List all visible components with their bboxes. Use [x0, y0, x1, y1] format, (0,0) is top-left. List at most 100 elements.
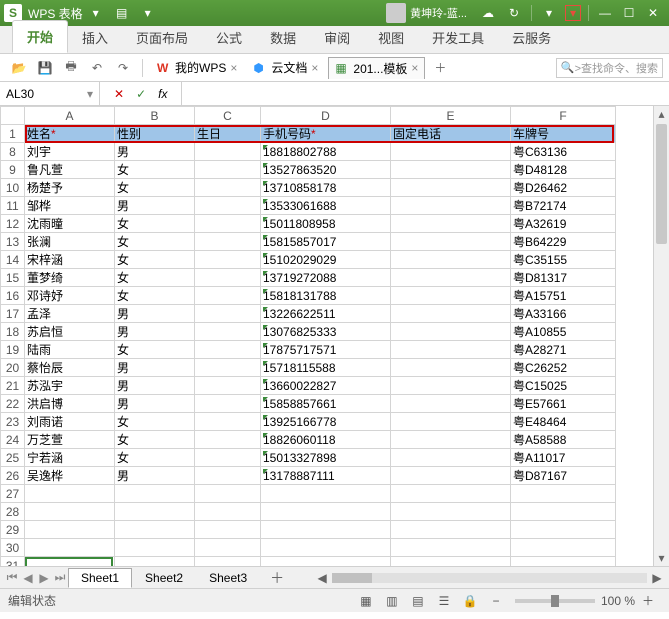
cell-B28[interactable]: [115, 503, 195, 521]
col-header-B[interactable]: B: [115, 107, 195, 125]
cell-D25[interactable]: 15013327898: [261, 449, 391, 467]
view-normal-icon[interactable]: ▦: [356, 592, 376, 610]
vscroll-thumb[interactable]: [656, 124, 667, 244]
cell-D12[interactable]: 15011808958: [261, 215, 391, 233]
skin-icon[interactable]: ▾: [539, 3, 559, 23]
cell-C17[interactable]: [195, 305, 261, 323]
row-header-20[interactable]: 20: [1, 359, 25, 377]
cell-B30[interactable]: [115, 539, 195, 557]
undo-icon[interactable]: ↶: [87, 58, 107, 78]
print-icon[interactable]: 🖶: [61, 58, 81, 78]
cell-B27[interactable]: [115, 485, 195, 503]
row-header-24[interactable]: 24: [1, 431, 25, 449]
cell-A29[interactable]: [25, 521, 115, 539]
cell-A28[interactable]: [25, 503, 115, 521]
header-cell-C[interactable]: 生日: [195, 125, 261, 143]
row-header-15[interactable]: 15: [1, 269, 25, 287]
cell-E23[interactable]: [391, 413, 511, 431]
cell-A10[interactable]: 杨楚予: [25, 179, 115, 197]
cell-D19[interactable]: 17875717571: [261, 341, 391, 359]
row-header-13[interactable]: 13: [1, 233, 25, 251]
name-box[interactable]: AL30 ▾: [0, 82, 100, 105]
cell-C16[interactable]: [195, 287, 261, 305]
cell-F23[interactable]: 粤E48464: [511, 413, 616, 431]
row-header-25[interactable]: 25: [1, 449, 25, 467]
cell-F19[interactable]: 粤A28271: [511, 341, 616, 359]
fx-cancel-icon[interactable]: ✕: [114, 87, 124, 101]
cell-D16[interactable]: 15818131788: [261, 287, 391, 305]
cell-D20[interactable]: 15718115588: [261, 359, 391, 377]
doc-tab-close-icon[interactable]: ×: [230, 61, 237, 75]
ribbon-tab-3[interactable]: 公式: [202, 22, 256, 53]
cell-F13[interactable]: 粤B64229: [511, 233, 616, 251]
close-button[interactable]: ✕: [641, 3, 665, 23]
cell-A15[interactable]: 董梦绮: [25, 269, 115, 287]
sheet-nav-last-icon[interactable]: ⏭: [52, 570, 68, 585]
row-header-17[interactable]: 17: [1, 305, 25, 323]
cell-E14[interactable]: [391, 251, 511, 269]
cell-C24[interactable]: [195, 431, 261, 449]
sheet-tab-0[interactable]: Sheet1: [68, 568, 132, 588]
spreadsheet-grid[interactable]: ABCDEF1姓名*性别生日手机号码*固定电话车牌号8刘宇男1881880278…: [0, 106, 653, 566]
cell-C27[interactable]: [195, 485, 261, 503]
cell-D11[interactable]: 13533061688: [261, 197, 391, 215]
cell-A14[interactable]: 宋梓涵: [25, 251, 115, 269]
cell-C29[interactable]: [195, 521, 261, 539]
sheet-tab-1[interactable]: Sheet2: [132, 568, 196, 588]
username[interactable]: 黄坤玲-蓝...: [410, 5, 467, 21]
sheet-nav-first-icon[interactable]: ⏮: [4, 570, 20, 585]
cell-F24[interactable]: 粤A58588: [511, 431, 616, 449]
cell-B13[interactable]: 女: [115, 233, 195, 251]
sheet-nav-prev-icon[interactable]: ◀: [20, 571, 36, 585]
doc-tab-1[interactable]: ⬢云文档×: [247, 57, 324, 78]
cell-F27[interactable]: [511, 485, 616, 503]
ribbon-toggle-icon[interactable]: ▾: [565, 5, 581, 21]
header-cell-A[interactable]: 姓名*: [25, 125, 115, 143]
cell-A23[interactable]: 刘雨诺: [25, 413, 115, 431]
cell-F25[interactable]: 粤A11017: [511, 449, 616, 467]
cell-B8[interactable]: 男: [115, 143, 195, 161]
cell-B22[interactable]: 男: [115, 395, 195, 413]
doc-tab-0[interactable]: W我的WPS×: [151, 57, 243, 78]
cell-E20[interactable]: [391, 359, 511, 377]
cell-E21[interactable]: [391, 377, 511, 395]
cell-B9[interactable]: 女: [115, 161, 195, 179]
cell-F9[interactable]: 粤D48128: [511, 161, 616, 179]
vertical-scrollbar[interactable]: ▴ ▾: [653, 106, 669, 566]
sheet-nav-next-icon[interactable]: ▶: [36, 571, 52, 585]
cell-A13[interactable]: 张澜: [25, 233, 115, 251]
cell-C19[interactable]: [195, 341, 261, 359]
row-header-27[interactable]: 27: [1, 485, 25, 503]
cell-C8[interactable]: [195, 143, 261, 161]
cell-D28[interactable]: [261, 503, 391, 521]
cell-F29[interactable]: [511, 521, 616, 539]
view-page-icon[interactable]: ▥: [382, 592, 402, 610]
cell-B18[interactable]: 男: [115, 323, 195, 341]
cell-F31[interactable]: [511, 557, 616, 567]
cell-D14[interactable]: 15102029029: [261, 251, 391, 269]
cell-F28[interactable]: [511, 503, 616, 521]
cell-B29[interactable]: [115, 521, 195, 539]
lock-icon[interactable]: 🔒: [460, 592, 480, 610]
cell-A22[interactable]: 洪启博: [25, 395, 115, 413]
row-header-30[interactable]: 30: [1, 539, 25, 557]
sheet-tab-2[interactable]: Sheet3: [196, 568, 260, 588]
cell-E16[interactable]: [391, 287, 511, 305]
col-header-E[interactable]: E: [391, 107, 511, 125]
cell-A24[interactable]: 万芝萱: [25, 431, 115, 449]
cell-B11[interactable]: 男: [115, 197, 195, 215]
col-header-A[interactable]: A: [25, 107, 115, 125]
cell-D18[interactable]: 13076825333: [261, 323, 391, 341]
row-header-11[interactable]: 11: [1, 197, 25, 215]
row-header-26[interactable]: 26: [1, 467, 25, 485]
row-header-31[interactable]: 31: [1, 557, 25, 567]
cell-C18[interactable]: [195, 323, 261, 341]
cell-D22[interactable]: 15858857661: [261, 395, 391, 413]
cell-C21[interactable]: [195, 377, 261, 395]
doc-tab-2[interactable]: ▦201...模板×: [328, 57, 425, 79]
tb-icon-1[interactable]: ▤: [112, 3, 132, 23]
header-cell-D[interactable]: 手机号码*: [261, 125, 391, 143]
cell-A8[interactable]: 刘宇: [25, 143, 115, 161]
cell-C14[interactable]: [195, 251, 261, 269]
cell-B19[interactable]: 女: [115, 341, 195, 359]
